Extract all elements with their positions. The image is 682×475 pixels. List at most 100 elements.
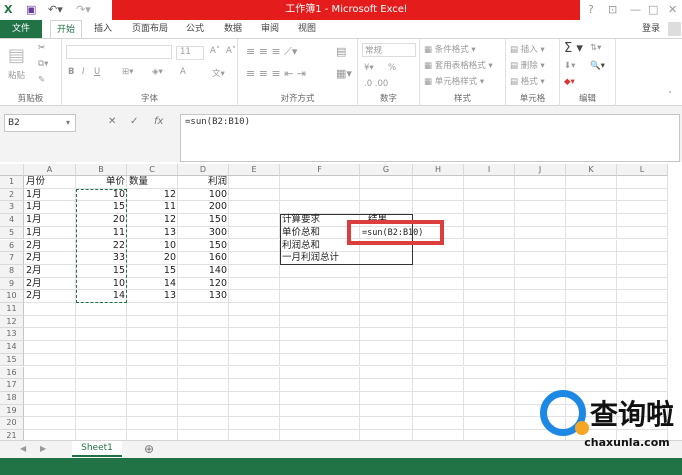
cell-E15[interactable] — [229, 353, 280, 367]
tab-home[interactable]: 开始 — [50, 20, 83, 38]
table-cell[interactable]: 2月 — [24, 252, 76, 265]
cell-I18[interactable] — [464, 391, 515, 405]
cell-D19[interactable] — [178, 404, 229, 418]
decimal-icons[interactable]: .0 .00 — [364, 79, 388, 89]
cell-F8[interactable] — [280, 264, 360, 278]
cell-E8[interactable] — [229, 264, 280, 278]
cell-B11[interactable] — [76, 303, 127, 316]
cell-L13[interactable] — [617, 328, 668, 342]
cell-I20[interactable] — [464, 417, 515, 430]
cell-K16[interactable] — [566, 366, 617, 380]
cell-B21[interactable] — [76, 430, 127, 440]
tab-page-layout[interactable]: 页面布局 — [126, 20, 174, 38]
merge-center-icon[interactable]: ▦▾ — [336, 67, 352, 80]
cell-J3[interactable] — [515, 201, 566, 215]
cell-L5[interactable] — [617, 226, 668, 240]
cell-K10[interactable] — [566, 290, 617, 303]
cell-J5[interactable] — [515, 226, 566, 240]
vertical-align-icons[interactable]: ≡ ≡ ≡ ⟋▾ — [246, 45, 297, 59]
row-header-20[interactable]: 20 — [0, 417, 24, 430]
table-cell[interactable]: 150 — [178, 214, 229, 227]
wrap-text-icon[interactable]: ▤ — [336, 45, 346, 58]
table-cell[interactable]: 12 — [127, 189, 178, 202]
cell-F11[interactable] — [280, 303, 360, 316]
cell-I5[interactable] — [464, 226, 515, 240]
row-header-5[interactable]: 5 — [0, 226, 24, 240]
delete-cells-button[interactable]: ▤ 删除 ▾ — [510, 59, 545, 71]
name-box-dropdown-icon[interactable]: ▾ — [66, 118, 70, 127]
clear-icon[interactable]: ◆▾ — [564, 77, 575, 87]
cell-B16[interactable] — [76, 366, 127, 380]
cell-I9[interactable] — [464, 277, 515, 291]
cell-G13[interactable] — [360, 328, 413, 342]
cell-E10[interactable] — [229, 290, 280, 303]
cell-F12[interactable] — [280, 315, 360, 329]
cell-F2[interactable] — [280, 188, 360, 202]
table-cell[interactable]: 150 — [178, 240, 229, 253]
currency-icon[interactable]: ¥▾ — [364, 63, 374, 73]
column-header-C[interactable]: C — [127, 164, 178, 176]
row-header-13[interactable]: 13 — [0, 328, 24, 342]
fill-color-icon[interactable]: ◈▾ — [152, 67, 163, 77]
cell-B20[interactable] — [76, 417, 127, 430]
cell-A20[interactable] — [24, 417, 76, 430]
cell-H13[interactable] — [413, 328, 464, 342]
cell-C20[interactable] — [127, 417, 178, 430]
cell-C12[interactable] — [127, 315, 178, 329]
cell-B17[interactable] — [76, 379, 127, 392]
cell-A19[interactable] — [24, 404, 76, 418]
table-cell[interactable]: 15 — [127, 265, 178, 278]
format-painter-icon[interactable]: ✎ — [38, 75, 45, 85]
paste-button[interactable]: 粘贴 — [8, 69, 25, 81]
maximize-button[interactable]: □ — [648, 3, 658, 16]
cell-J4[interactable] — [515, 214, 566, 227]
cell-J8[interactable] — [515, 264, 566, 278]
cell-I8[interactable] — [464, 264, 515, 278]
prev-sheet-icon[interactable]: ◀ — [20, 444, 26, 453]
cell-G12[interactable] — [360, 315, 413, 329]
cell-E12[interactable] — [229, 315, 280, 329]
cell-L16[interactable] — [617, 366, 668, 380]
table-cell[interactable]: 20 — [127, 252, 178, 265]
table-cell[interactable]: 2月 — [24, 240, 76, 253]
percent-button[interactable]: % — [388, 63, 396, 73]
cell-B15[interactable] — [76, 353, 127, 367]
table-cell[interactable]: 2月 — [24, 290, 76, 303]
table-cell[interactable]: 120 — [178, 278, 229, 291]
cell-J13[interactable] — [515, 328, 566, 342]
cell-I6[interactable] — [464, 239, 515, 253]
table-cell[interactable]: 100 — [178, 189, 229, 202]
cell-H10[interactable] — [413, 290, 464, 303]
cell-H14[interactable] — [413, 341, 464, 354]
next-sheet-icon[interactable]: ▶ — [40, 444, 46, 453]
cell-C19[interactable] — [127, 404, 178, 418]
redo-icon[interactable]: ↷▾ — [76, 3, 91, 16]
cell-H3[interactable] — [413, 201, 464, 215]
cell-I19[interactable] — [464, 404, 515, 418]
cell-H12[interactable] — [413, 315, 464, 329]
cell-E13[interactable] — [229, 328, 280, 342]
cell-I13[interactable] — [464, 328, 515, 342]
cell-I4[interactable] — [464, 214, 515, 227]
row-header-8[interactable]: 8 — [0, 264, 24, 278]
table-cell[interactable]: 1月 — [24, 189, 76, 202]
cell-B13[interactable] — [76, 328, 127, 342]
cell-D14[interactable] — [178, 341, 229, 354]
shrink-font-button[interactable]: A˅ — [226, 46, 236, 56]
cell-C13[interactable] — [127, 328, 178, 342]
save-icon[interactable]: ▣ — [26, 3, 36, 16]
table-cell[interactable]: 10 — [127, 240, 178, 253]
column-header-G[interactable]: G — [360, 164, 413, 176]
cell-E11[interactable] — [229, 303, 280, 316]
close-button[interactable]: ✕ — [668, 3, 677, 16]
tab-formulas[interactable]: 公式 — [180, 20, 210, 38]
column-header-J[interactable]: J — [515, 164, 566, 176]
table-cell[interactable]: 140 — [178, 265, 229, 278]
cell-H15[interactable] — [413, 353, 464, 367]
cell-L2[interactable] — [617, 188, 668, 202]
cell-G16[interactable] — [360, 366, 413, 380]
cell-E18[interactable] — [229, 391, 280, 405]
cell-K15[interactable] — [566, 353, 617, 367]
cell-A18[interactable] — [24, 391, 76, 405]
fill-icon[interactable]: ⬇▾ — [564, 61, 575, 71]
